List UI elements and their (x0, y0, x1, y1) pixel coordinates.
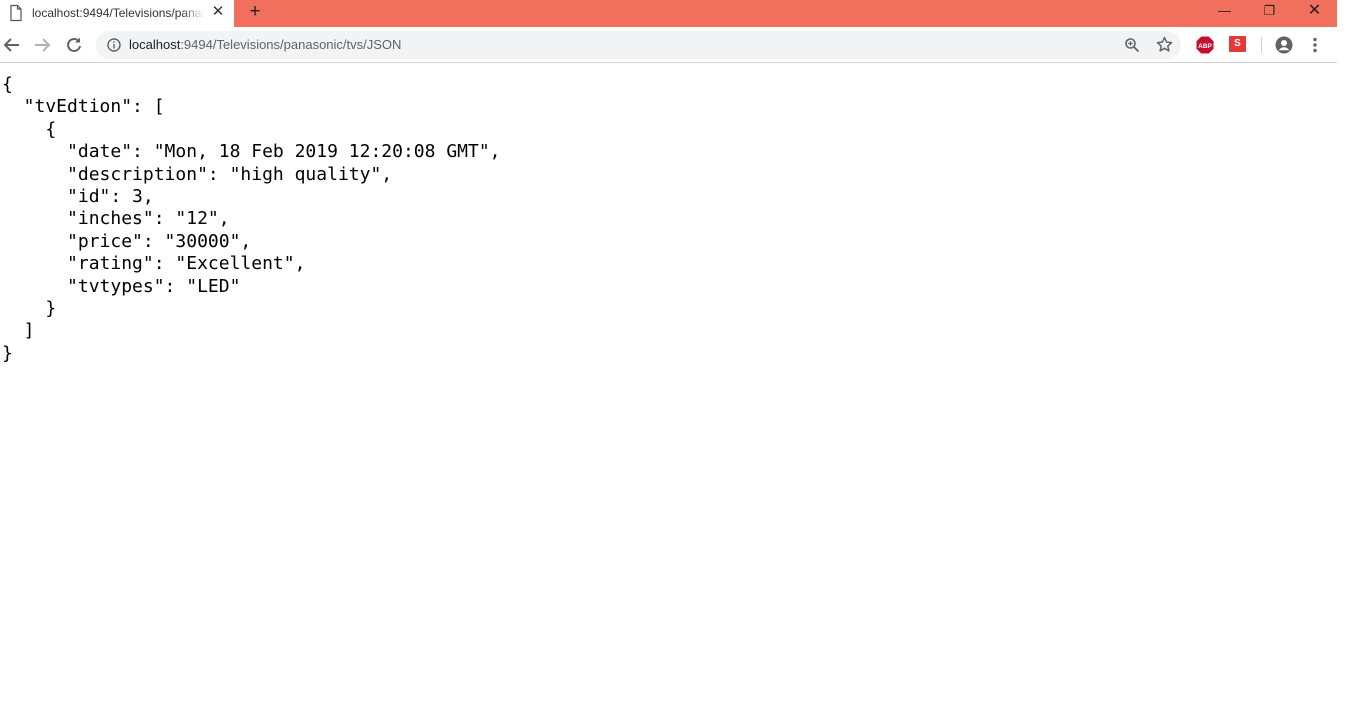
page-icon (9, 4, 23, 22)
window-edge (1337, 0, 1366, 62)
url-host: localhost (129, 37, 181, 52)
tab-strip: localhost:9494/Televisions/panasonic/tvs… (0, 0, 1337, 27)
url-path: :9494/Televisions/panasonic/tvs/JSON (180, 37, 402, 52)
browser-tab[interactable]: localhost:9494/Televisions/panasonic/tvs… (0, 0, 234, 27)
json-response-text: { "tvEdtion": [ { "date": "Mon, 18 Feb 2… (2, 74, 501, 364)
restore-button[interactable]: ❐ (1247, 0, 1292, 22)
tab-title: localhost:9494/Televisions/panasonic/tvs… (32, 5, 204, 21)
more-menu-icon[interactable] (1307, 36, 1323, 54)
reload-icon[interactable] (63, 35, 85, 55)
info-icon[interactable] (107, 38, 121, 52)
toolbar-divider (1261, 37, 1262, 53)
zoom-icon[interactable] (1124, 37, 1140, 53)
adblock-icon[interactable]: ABP (1196, 36, 1214, 54)
s-extension-icon[interactable]: S (1229, 36, 1246, 52)
window-close-button[interactable]: ✕ (1292, 0, 1337, 22)
tab-close-icon[interactable]: ✕ (210, 4, 226, 20)
forward-arrow-icon[interactable] (31, 35, 53, 55)
address-bar[interactable]: localhost:9494/Televisions/panasonic/tvs… (96, 31, 1181, 59)
new-tab-button[interactable]: + (245, 2, 265, 22)
back-arrow-icon[interactable] (1, 35, 23, 55)
minimize-button[interactable]: — (1202, 0, 1247, 22)
browser-toolbar: localhost:9494/Televisions/panasonic/tvs… (0, 27, 1337, 63)
bookmark-star-icon[interactable] (1156, 36, 1173, 53)
url-text[interactable]: localhost:9494/Televisions/panasonic/tvs… (129, 37, 401, 53)
profile-avatar-icon[interactable] (1275, 36, 1293, 54)
svg-text:ABP: ABP (1198, 43, 1212, 50)
